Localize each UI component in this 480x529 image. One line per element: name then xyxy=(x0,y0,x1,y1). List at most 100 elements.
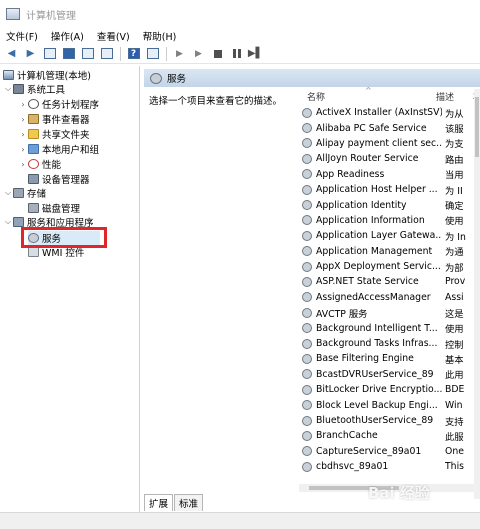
back-arrow-icon[interactable]: ◀ xyxy=(4,46,19,61)
expand-arrow-icon[interactable]: ⌵ xyxy=(3,84,13,94)
help-icon[interactable]: ? xyxy=(126,46,141,61)
computer-management-icon xyxy=(6,8,20,20)
tree-item-shared-folders[interactable]: › 共享文件夹 xyxy=(18,127,90,141)
tree-item-root[interactable]: 计算机管理(本地) xyxy=(3,68,91,82)
service-row[interactable]: App Readiness 当用 xyxy=(299,167,480,182)
service-row[interactable]: Alibaba PC Safe Service 该服 xyxy=(299,120,480,135)
tree-item-task-scheduler[interactable]: › 任务计划程序 xyxy=(18,97,99,111)
start-service-alt-icon[interactable]: ▶ xyxy=(191,46,206,61)
event-viewer-icon xyxy=(28,114,39,124)
restart-service-icon[interactable]: ▶▌ xyxy=(248,46,263,61)
disk-icon xyxy=(28,203,39,213)
service-row[interactable]: BluetoothUserService_89 支持 xyxy=(299,413,480,428)
service-gear-icon xyxy=(302,230,312,241)
service-row[interactable]: ActiveX Installer (AxInstSV) 为从 xyxy=(299,105,480,120)
refresh-icon[interactable] xyxy=(80,46,95,61)
service-row[interactable]: AllJoyn Router Service 路由 xyxy=(299,151,480,166)
tree-item-label: 本地用户和组 xyxy=(42,145,100,156)
service-name: Application Identity xyxy=(316,199,407,211)
tools-icon xyxy=(13,84,24,94)
tree-item-label: 系统工具 xyxy=(27,85,66,96)
computer-management-window: 计算机管理 文件(F) 操作(A) 查看(V) 帮助(H) ◀ ▶ ? ▶ ▶ … xyxy=(0,0,480,529)
service-row[interactable]: BranchCache 此服 xyxy=(299,428,480,443)
up-folder-icon[interactable] xyxy=(42,46,57,61)
column-header-name[interactable]: 名称 xyxy=(307,89,325,103)
baidu-watermark-url: jingyan.baidu.com xyxy=(392,503,466,512)
service-row[interactable]: ASP.NET State Service Prov xyxy=(299,274,480,289)
service-row[interactable]: AppX Deployment Servic... 为部 xyxy=(299,259,480,274)
tree-item-event-viewer[interactable]: › 事件查看器 xyxy=(18,112,90,126)
export-list-icon[interactable] xyxy=(99,46,114,61)
service-description: 为 In xyxy=(445,231,466,243)
tree-item-disk-management[interactable]: 磁盘管理 xyxy=(28,201,80,215)
menu-action[interactable]: 操作(A) xyxy=(51,29,84,43)
service-name: Base Filtering Engine xyxy=(316,353,414,365)
service-name: Background Intelligent T... xyxy=(316,322,438,334)
service-name: App Readiness xyxy=(316,168,385,180)
red-highlight-box xyxy=(21,227,107,248)
service-row[interactable]: Application Information 使用 xyxy=(299,213,480,228)
service-row[interactable]: AssignedAccessManager Assi xyxy=(299,290,480,305)
vertical-scrollbar[interactable] xyxy=(474,89,480,499)
collapse-arrow-icon[interactable]: › xyxy=(18,115,28,124)
service-gear-icon xyxy=(302,276,312,287)
services-rows: ActiveX Installer (AxInstSV) 为从 Alibaba PC… xyxy=(299,105,480,474)
service-row[interactable]: Base Filtering Engine 基本 xyxy=(299,351,480,366)
collapse-arrow-icon[interactable]: › xyxy=(18,160,28,169)
properties-icon[interactable] xyxy=(145,46,160,61)
service-name: AVCTP 服务 xyxy=(316,308,368,320)
service-row[interactable]: BcastDVRUserService_89 此用 xyxy=(299,367,480,382)
service-name: BluetoothUserService_89 xyxy=(316,415,434,426)
menu-view[interactable]: 查看(V) xyxy=(97,29,130,43)
collapse-arrow-icon[interactable]: › xyxy=(18,130,28,139)
service-row[interactable]: Block Level Backup Engi... Win xyxy=(299,397,480,412)
pause-service-icon[interactable] xyxy=(229,46,244,61)
service-name: AssignedAccessManager xyxy=(316,291,431,303)
service-row[interactable]: AVCTP 服务 这是 xyxy=(299,305,480,320)
tab-standard[interactable]: 标准 xyxy=(174,494,204,511)
service-row[interactable]: Application Host Helper ... 为 II xyxy=(299,182,480,197)
expand-arrow-icon[interactable]: ⌵ xyxy=(3,188,13,198)
sort-ascending-icon: ^ xyxy=(365,86,372,95)
service-description: 使用 xyxy=(445,216,464,228)
stop-service-icon[interactable] xyxy=(210,46,225,61)
scroll-thumb[interactable] xyxy=(475,97,479,157)
tree-item-storage[interactable]: ⌵ 存储 xyxy=(3,186,46,200)
service-name: AppX Deployment Servic... xyxy=(316,261,441,273)
tree-item-device-manager[interactable]: 设备管理器 xyxy=(28,172,90,186)
service-row[interactable]: Alipay payment client sec... 为支 xyxy=(299,136,480,151)
service-gear-icon xyxy=(302,261,312,272)
service-row[interactable]: Application Management 为通 xyxy=(299,244,480,259)
show-hide-tree-icon[interactable] xyxy=(61,46,76,61)
collapse-arrow-icon[interactable]: › xyxy=(18,145,28,154)
wmi-icon xyxy=(28,247,39,257)
service-row[interactable]: Application Layer Gatewa... 为 In xyxy=(299,228,480,243)
service-description: 此用 xyxy=(445,370,464,382)
service-row[interactable]: Background Intelligent T... 使用 xyxy=(299,320,480,335)
service-gear-icon xyxy=(302,184,312,195)
column-header-description[interactable]: 描述 xyxy=(436,89,454,103)
service-row[interactable]: BitLocker Drive Encryptio... BDE xyxy=(299,382,480,397)
service-name: Alipay payment client sec... xyxy=(316,137,442,149)
menu-help[interactable]: 帮助(H) xyxy=(143,29,177,43)
tree-item-performance[interactable]: › 性能 xyxy=(18,157,61,171)
service-name: BitLocker Drive Encryptio... xyxy=(316,384,442,396)
service-gear-icon xyxy=(302,169,312,180)
start-service-icon[interactable]: ▶ xyxy=(172,46,187,61)
service-row[interactable]: Background Tasks Infras... 控制 xyxy=(299,336,480,351)
forward-arrow-icon[interactable]: ▶ xyxy=(23,46,38,61)
collapse-arrow-icon[interactable]: › xyxy=(18,100,28,109)
menu-file[interactable]: 文件(F) xyxy=(6,29,38,43)
service-row[interactable]: CaptureService_89a01 One xyxy=(299,444,480,459)
service-gear-icon xyxy=(302,107,312,118)
tree-item-label: 设备管理器 xyxy=(42,175,90,186)
tab-extended[interactable]: 扩展 xyxy=(144,494,174,511)
service-row[interactable]: cbdhsvc_89a01 This xyxy=(299,459,480,474)
expand-arrow-icon[interactable]: ⌵ xyxy=(3,217,13,227)
tree-item-system-tools[interactable]: ⌵ 系统工具 xyxy=(3,82,65,96)
service-name: BranchCache xyxy=(316,430,378,442)
service-gear-icon xyxy=(302,430,312,441)
service-row[interactable]: Application Identity 确定 xyxy=(299,197,480,212)
view-tabs: 扩展 标准 xyxy=(144,494,204,511)
tree-item-local-users[interactable]: › 本地用户和组 xyxy=(18,142,99,156)
